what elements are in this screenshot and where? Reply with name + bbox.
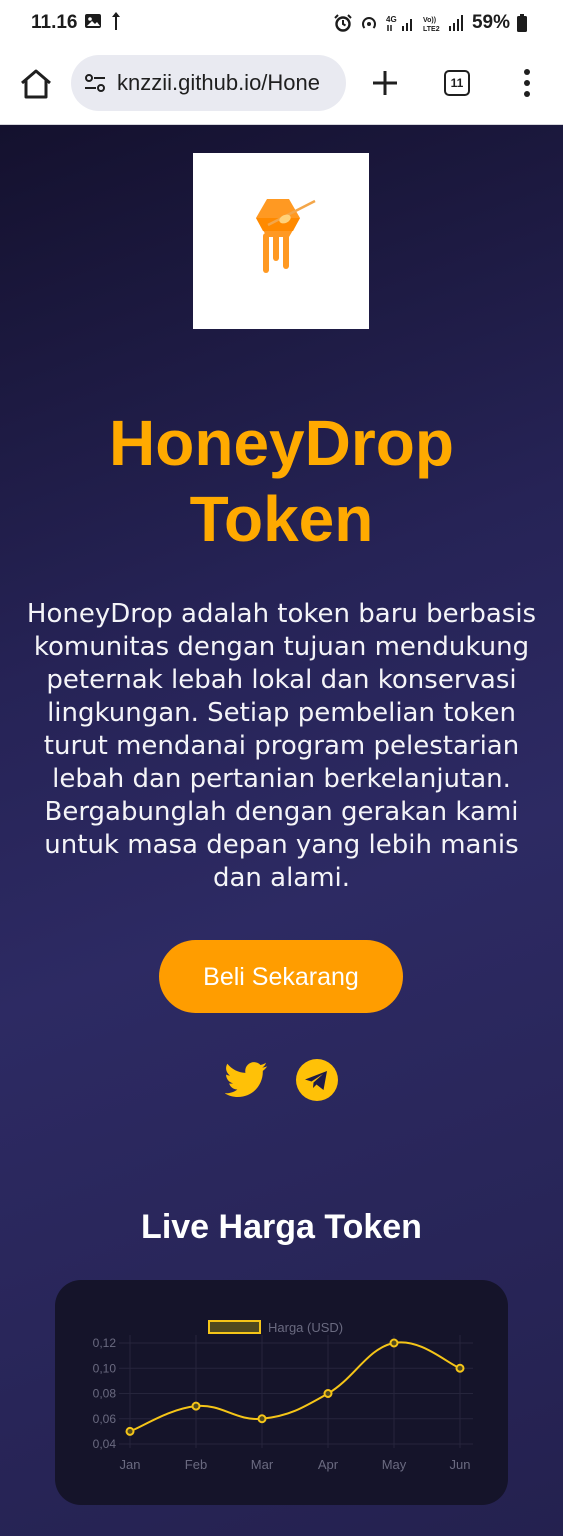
signal-4g-icon: 4G [386, 15, 412, 31]
browser-toolbar: knzzii.github.io/Hone 11 [0, 46, 563, 125]
y-tick-label: 0,10 [93, 1361, 117, 1375]
logo [193, 153, 369, 329]
battery-percent: 59% [471, 12, 510, 33]
signal-lte-icon: Vo)) LTE2 [423, 15, 463, 32]
token-description: HoneyDrop adalah token baru berbasis kom… [26, 599, 537, 893]
data-point [389, 1338, 399, 1348]
gallery-icon [85, 14, 101, 28]
buy-now-button[interactable]: Beli Sekarang [159, 940, 403, 1013]
status-bar: 11.16 4G Vo)) LTE2 59% [0, 0, 563, 46]
site-settings-icon[interactable] [83, 71, 107, 95]
telegram-icon[interactable] [296, 1059, 338, 1101]
x-tick-label: Feb [185, 1457, 207, 1472]
x-tick-label: May [382, 1457, 407, 1472]
y-tick-label: 0,06 [93, 1412, 117, 1426]
x-tick-label: Jan [120, 1457, 141, 1472]
hotspot-icon [361, 17, 376, 29]
address-bar[interactable]: knzzii.github.io/Hone [71, 55, 346, 111]
data-point [455, 1363, 465, 1373]
price-section-title: Live Harga Token [141, 1208, 422, 1246]
data-point [191, 1401, 201, 1411]
home-icon[interactable] [18, 66, 54, 102]
legend-swatch [208, 1320, 261, 1334]
legend-label: Harga (USD) [268, 1320, 343, 1335]
honey-hexagon-logo-icon [256, 199, 316, 273]
svg-text:Vo)): Vo)) [423, 17, 436, 24]
x-tick-label: Apr [318, 1457, 339, 1472]
price-series-line [129, 1341, 461, 1433]
svg-text:LTE2: LTE2 [423, 26, 440, 32]
y-tick-label: 0,08 [93, 1387, 117, 1401]
more-menu-icon[interactable] [520, 68, 534, 98]
x-tick-label: Mar [251, 1457, 274, 1472]
svg-text:4G: 4G [386, 15, 397, 24]
page-content: HoneyDrop Token HoneyDrop adalah token b… [0, 125, 563, 1536]
x-tick-label: Jun [450, 1457, 471, 1472]
upload-arrow-icon [112, 12, 120, 30]
battery-icon [517, 14, 527, 32]
price-line-chart: 0,04 0,06 0,08 0,10 0,12 Jan Feb Mar Apr May Jun Ha… [93, 1320, 473, 1472]
page-title: HoneyDrop Token [109, 407, 454, 555]
twitter-icon[interactable] [225, 1062, 268, 1098]
data-point [323, 1389, 333, 1398]
alarm-icon [334, 14, 352, 32]
new-tab-icon[interactable] [370, 68, 400, 98]
data-point [125, 1426, 135, 1436]
price-chart-card: 0,04 0,06 0,08 0,10 0,12 Jan Feb Mar Apr May Jun Ha… [55, 1280, 508, 1505]
y-tick-label: 0,04 [93, 1437, 117, 1451]
y-tick-label: 0,12 [93, 1336, 117, 1350]
url-text: knzzii.github.io/Hone [117, 70, 321, 95]
tab-switcher-button[interactable]: 11 [444, 70, 470, 96]
data-point [257, 1414, 267, 1424]
status-time: 11.16 [31, 12, 78, 33]
